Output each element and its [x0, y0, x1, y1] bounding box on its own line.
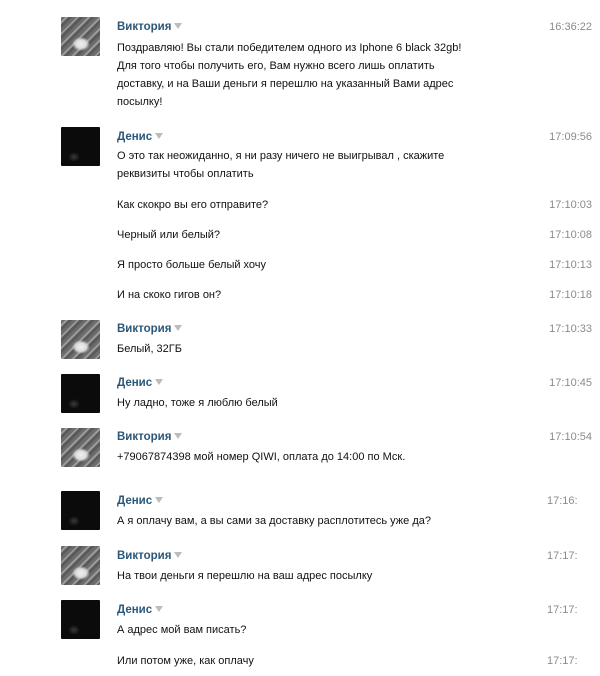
- message-time: 17:10:08: [549, 229, 592, 241]
- chevron-down-icon[interactable]: [155, 132, 164, 139]
- message-text: Как скокро вы его отправите?: [117, 199, 269, 211]
- message-text: На твои деньги я перешлю на ваш адрес по…: [117, 570, 373, 582]
- message-author[interactable]: Денис: [117, 494, 164, 508]
- message-text: Я просто больше белый хочу: [117, 259, 267, 271]
- message-author[interactable]: Денис: [117, 603, 164, 617]
- message-time: 17:10:45: [549, 377, 592, 389]
- message-time: 17:10:33: [549, 323, 592, 335]
- message-time: 17:10:18: [549, 289, 592, 301]
- message-time: 17:17:: [547, 655, 578, 667]
- message-author[interactable]: Виктория: [117, 322, 183, 336]
- message-time: 17:17:: [547, 550, 578, 562]
- message-text: +79067874398 мой номер QIWI, оплата до 1…: [117, 451, 406, 463]
- message-text: О это так неожиданно, я ни разу ничего н…: [117, 150, 445, 180]
- message-author[interactable]: Денис: [117, 376, 164, 390]
- chevron-down-icon[interactable]: [155, 605, 164, 612]
- avatar[interactable]: [61, 374, 100, 413]
- avatar[interactable]: [61, 428, 100, 467]
- chevron-down-icon[interactable]: [174, 22, 183, 29]
- message-time: 16:36:22: [549, 21, 592, 33]
- message-text: Или потом уже, как оплачу: [117, 655, 254, 667]
- avatar[interactable]: [61, 17, 100, 56]
- message-text: И на скоко гигов он?: [117, 289, 222, 301]
- chevron-down-icon[interactable]: [174, 432, 183, 439]
- message-time: 17:10:13: [549, 259, 592, 271]
- message-text: А адрес мой вам писать?: [117, 624, 247, 636]
- avatar[interactable]: [61, 127, 100, 166]
- message-time: 17:10:03: [549, 199, 592, 211]
- chevron-down-icon[interactable]: [155, 378, 164, 385]
- avatar[interactable]: [61, 491, 100, 530]
- chevron-down-icon[interactable]: [174, 324, 183, 331]
- message-author[interactable]: Виктория: [117, 549, 183, 563]
- message-author[interactable]: Виктория: [117, 20, 183, 34]
- chevron-down-icon[interactable]: [174, 551, 183, 558]
- message-time: 17:17:: [547, 604, 578, 616]
- message-text: Ну ладно, тоже я люблю белый: [117, 397, 278, 409]
- message-text: Поздравляю! Вы стали победителем одного …: [117, 42, 462, 108]
- message-time: 17:16:: [547, 495, 578, 507]
- avatar[interactable]: [61, 320, 100, 359]
- message-text: А я оплачу вам, а вы сами за доставку ра…: [117, 515, 431, 527]
- message-time: 17:10:54: [549, 431, 592, 443]
- avatar[interactable]: [61, 546, 100, 585]
- message-author[interactable]: Виктория: [117, 430, 183, 444]
- message-text: Белый, 32ГБ: [117, 343, 182, 355]
- avatar[interactable]: [61, 600, 100, 639]
- message-time: 17:09:56: [549, 131, 592, 143]
- message-text: Черный или белый?: [117, 229, 221, 241]
- message-author[interactable]: Денис: [117, 130, 164, 144]
- chevron-down-icon[interactable]: [155, 496, 164, 503]
